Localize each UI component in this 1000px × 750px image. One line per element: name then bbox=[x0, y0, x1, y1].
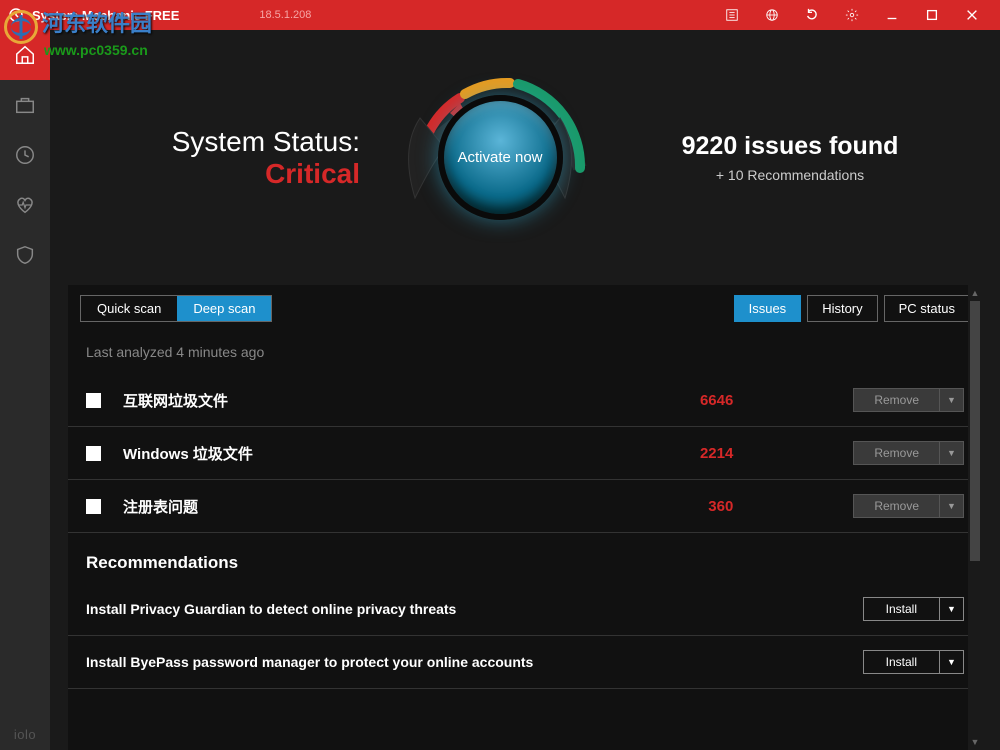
close-button[interactable] bbox=[952, 0, 992, 30]
status-value: Critical bbox=[110, 158, 360, 190]
tab-history[interactable]: History bbox=[807, 295, 877, 322]
status-block: System Status: Critical bbox=[110, 126, 360, 190]
dropdown-icon[interactable]: ▼ bbox=[940, 494, 964, 518]
sidebar-home[interactable] bbox=[0, 30, 50, 80]
dropdown-icon[interactable]: ▼ bbox=[940, 650, 964, 674]
recommendations-count: + 10 Recommendations bbox=[640, 167, 940, 183]
status-label: System Status: bbox=[110, 126, 360, 158]
issue-name: 互联网垃圾文件 bbox=[123, 390, 228, 411]
dropdown-icon[interactable]: ▼ bbox=[940, 597, 964, 621]
minimize-button[interactable] bbox=[872, 0, 912, 30]
scroll-down-icon[interactable]: ▼ bbox=[968, 734, 982, 750]
tab-issues[interactable]: Issues bbox=[734, 295, 802, 322]
install-button[interactable]: Install bbox=[863, 650, 940, 674]
undo-icon[interactable] bbox=[792, 0, 832, 30]
remove-button[interactable]: Remove bbox=[853, 441, 940, 465]
sidebar-shield[interactable] bbox=[0, 230, 50, 280]
recommendation-action: Install ▼ bbox=[863, 597, 964, 621]
scroll-thumb[interactable] bbox=[970, 301, 980, 561]
issues-count: 9220 issues found bbox=[640, 132, 940, 161]
quick-scan-button[interactable]: Quick scan bbox=[81, 296, 177, 321]
scroll-up-icon[interactable]: ▲ bbox=[968, 285, 982, 301]
issue-checkbox[interactable] bbox=[86, 499, 101, 514]
issue-count: 6646 bbox=[653, 392, 733, 409]
scrollbar[interactable]: ▲ ▼ bbox=[968, 285, 982, 750]
scroll-track[interactable] bbox=[968, 301, 982, 734]
app-title: System Mechanic FREE bbox=[32, 8, 179, 23]
issues-list: 互联网垃圾文件 6646 Remove ▼ Windows 垃圾文件 2214 … bbox=[68, 374, 982, 533]
recommendations-header: Recommendations bbox=[68, 533, 982, 583]
content: Quick scan Deep scan Issues History PC s… bbox=[68, 285, 982, 750]
issue-count: 360 bbox=[653, 498, 733, 515]
issue-row: 注册表问题 360 Remove ▼ bbox=[68, 480, 982, 533]
recommendation-action: Install ▼ bbox=[863, 650, 964, 674]
recommendation-row: Install Privacy Guardian to detect onlin… bbox=[68, 583, 982, 636]
issue-row: 互联网垃圾文件 6646 Remove ▼ bbox=[68, 374, 982, 427]
issue-action: Remove ▼ bbox=[853, 494, 964, 518]
sidebar-history[interactable] bbox=[0, 130, 50, 180]
activate-button[interactable]: Activate now bbox=[438, 95, 563, 220]
install-button[interactable]: Install bbox=[863, 597, 940, 621]
last-analyzed: Last analyzed 4 minutes ago bbox=[68, 332, 982, 374]
recommendation-row: Install ByePass password manager to prot… bbox=[68, 636, 982, 689]
issue-action: Remove ▼ bbox=[853, 388, 964, 412]
tab-pc-status[interactable]: PC status bbox=[884, 295, 970, 322]
issue-row: Windows 垃圾文件 2214 Remove ▼ bbox=[68, 427, 982, 480]
globe-icon[interactable] bbox=[752, 0, 792, 30]
view-toggle: Issues History PC status bbox=[734, 295, 970, 322]
maximize-button[interactable] bbox=[912, 0, 952, 30]
issue-name: Windows 垃圾文件 bbox=[123, 443, 253, 464]
settings-icon[interactable] bbox=[832, 0, 872, 30]
dropdown-icon[interactable]: ▼ bbox=[940, 388, 964, 412]
hero: System Status: Critical Activate now 922… bbox=[50, 30, 1000, 285]
titlebar: System Mechanic FREE 18.5.1.208 bbox=[0, 0, 1000, 30]
recommendation-text: Install ByePass password manager to prot… bbox=[86, 654, 533, 670]
issue-name: 注册表问题 bbox=[123, 496, 198, 517]
issue-checkbox[interactable] bbox=[86, 393, 101, 408]
sidebar: iolo bbox=[0, 30, 50, 750]
issue-action: Remove ▼ bbox=[853, 441, 964, 465]
sidebar-toolbox[interactable] bbox=[0, 80, 50, 130]
app-version: 18.5.1.208 bbox=[259, 9, 311, 21]
sidebar-health[interactable] bbox=[0, 180, 50, 230]
remove-button[interactable]: Remove bbox=[853, 388, 940, 412]
recommendation-text: Install Privacy Guardian to detect onlin… bbox=[86, 601, 456, 617]
app-icon bbox=[8, 7, 24, 23]
main: System Status: Critical Activate now 922… bbox=[50, 30, 1000, 750]
brand-logo: iolo bbox=[14, 727, 36, 742]
issues-summary: 9220 issues found + 10 Recommendations bbox=[640, 132, 940, 183]
dropdown-icon[interactable]: ▼ bbox=[940, 441, 964, 465]
issue-count: 2214 bbox=[653, 445, 733, 462]
deep-scan-button[interactable]: Deep scan bbox=[177, 296, 271, 321]
notes-icon[interactable] bbox=[712, 0, 752, 30]
scan-toggle: Quick scan Deep scan bbox=[80, 295, 272, 322]
button-row: Quick scan Deep scan Issues History PC s… bbox=[68, 295, 982, 332]
status-gauge: Activate now bbox=[390, 48, 610, 268]
remove-button[interactable]: Remove bbox=[853, 494, 940, 518]
issue-checkbox[interactable] bbox=[86, 446, 101, 461]
